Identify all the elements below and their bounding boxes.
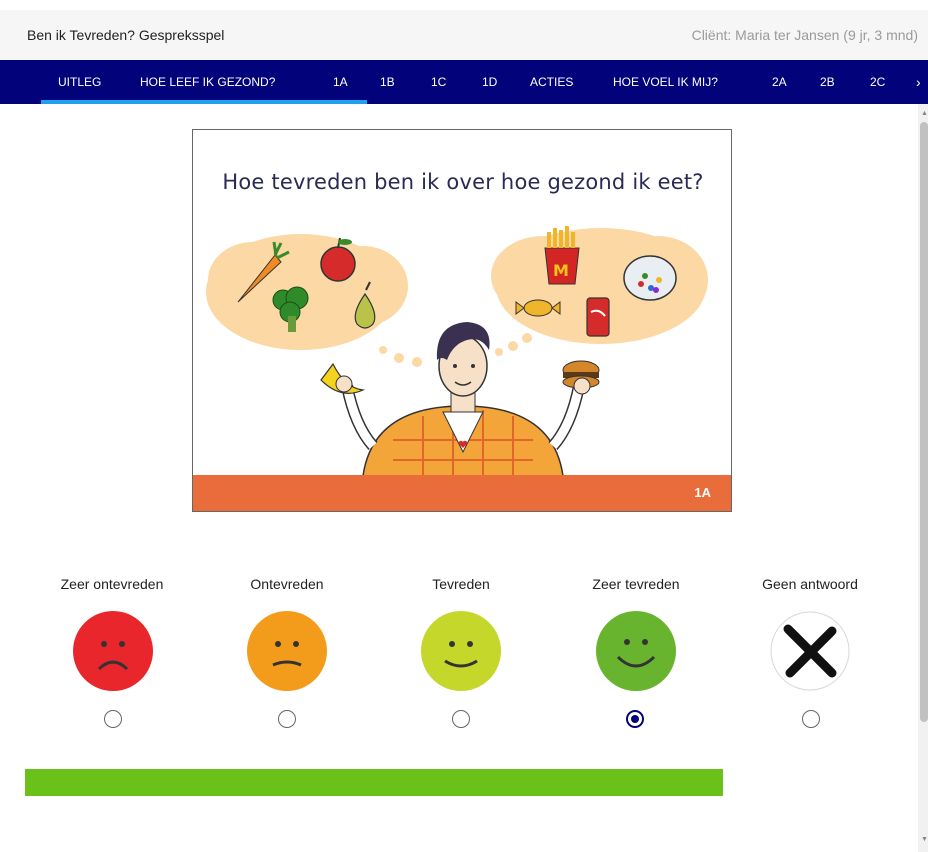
healthy-food-thought-cloud <box>206 234 408 350</box>
tab-1c[interactable]: 1C <box>431 60 446 104</box>
app-header: Ben ik Tevreden? Gespreksspel Cliënt: Ma… <box>0 10 928 60</box>
option-geen-antwoord[interactable]: Geen antwoord <box>730 576 890 594</box>
radio-zeer-ontevreden[interactable] <box>104 710 122 728</box>
tab-2a[interactable]: 2A <box>772 60 787 104</box>
tab-1b[interactable]: 1B <box>380 60 395 104</box>
scroll-up-arrow-icon[interactable]: ▲ <box>921 110 928 117</box>
option-ontevreden[interactable]: Ontevreden <box>207 576 367 594</box>
tab-hoe-leef-ik-gezond[interactable]: HOE LEEF IK GEZOND? <box>140 60 275 104</box>
option-label: Geen antwoord <box>762 576 858 592</box>
radio-tevreden[interactable] <box>452 710 470 728</box>
scroll-down-arrow-icon[interactable]: ▼ <box>921 836 928 843</box>
tab-bar: UITLEG HOE LEEF IK GEZOND? 1A 1B 1C 1D A… <box>0 60 928 104</box>
option-label: Zeer ontevreden <box>60 576 164 592</box>
option-zeer-ontevreden[interactable]: Zeer ontevreden <box>32 576 192 594</box>
option-label: Ontevreden <box>250 576 324 592</box>
tab-2c[interactable]: 2C <box>870 60 885 104</box>
active-tab-indicator <box>41 100 367 104</box>
progress-fill <box>25 769 723 796</box>
app-title: Ben ik Tevreden? Gespreksspel <box>27 27 225 43</box>
healthy-vs-unhealthy-food-illustration: M <box>206 226 708 476</box>
client-label: Cliënt: Maria ter Jansen (9 jr, 3 mnd) <box>691 27 918 43</box>
tab-2b[interactable]: 2B <box>820 60 835 104</box>
question-title: Hoe tevreden ben ik over hoe gezond ik e… <box>222 170 704 194</box>
option-zeer-tevreden[interactable]: Zeer tevreden <box>556 576 716 594</box>
option-label: Zeer tevreden <box>592 576 680 592</box>
no-answer-x-icon[interactable] <box>770 611 850 691</box>
card-code: 1A <box>694 485 711 500</box>
radio-zeer-tevreden[interactable] <box>626 710 644 728</box>
card-footer-bar: 1A <box>193 475 731 511</box>
scrollbar-thumb[interactable] <box>920 122 928 722</box>
tab-1a[interactable]: 1A <box>333 60 348 104</box>
sad-face-icon[interactable] <box>247 611 327 691</box>
happy-face-icon[interactable] <box>421 611 501 691</box>
radio-geen-antwoord[interactable] <box>802 710 820 728</box>
option-label: Tevreden <box>432 576 490 592</box>
tab-acties[interactable]: ACTIES <box>530 60 573 104</box>
tab-hoe-voel-ik-mij[interactable]: HOE VOEL IK MIJ? <box>613 60 718 104</box>
very-happy-face-icon[interactable] <box>596 611 676 691</box>
unhealthy-food-thought-cloud: M <box>491 226 708 344</box>
chevron-right-icon[interactable]: › <box>916 60 921 104</box>
progress-bar <box>25 769 723 796</box>
svg-text:M: M <box>553 261 569 280</box>
radio-ontevreden[interactable] <box>278 710 296 728</box>
question-card: Hoe tevreden ben ik over hoe gezond ik e… <box>192 129 732 512</box>
person-figure <box>320 322 600 476</box>
tab-uitleg[interactable]: UITLEG <box>58 60 101 104</box>
option-tevreden[interactable]: Tevreden <box>381 576 541 594</box>
tab-1d[interactable]: 1D <box>482 60 497 104</box>
very-sad-face-icon[interactable] <box>73 611 153 691</box>
